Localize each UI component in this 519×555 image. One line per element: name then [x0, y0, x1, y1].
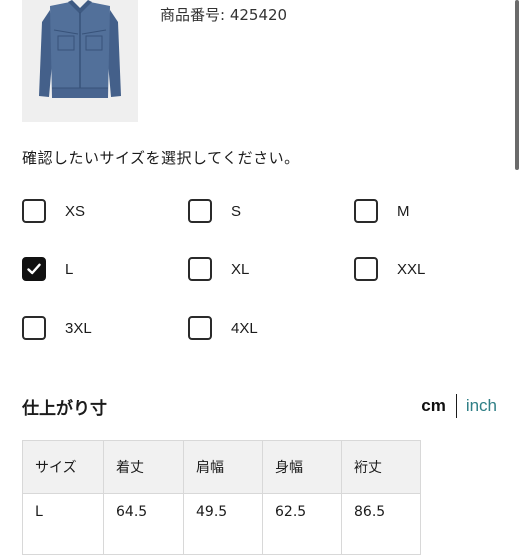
- table-row: L 64.5 49.5 62.5 86.5: [22, 493, 421, 555]
- unit-divider: [455, 394, 457, 418]
- measurements-title: 仕上がり寸: [22, 399, 107, 419]
- size-option[interactable]: M: [354, 199, 410, 223]
- size-option-label: XXL: [397, 260, 426, 278]
- size-option[interactable]: XS: [22, 199, 85, 223]
- table-cell: L: [22, 493, 104, 555]
- column-header: サイズ: [22, 440, 104, 494]
- table-header-row: サイズ 着丈 肩幅 身幅 裄丈: [22, 440, 421, 494]
- size-option[interactable]: S: [188, 199, 241, 223]
- unit-toggle: cm inch: [421, 394, 497, 418]
- column-header: 着丈: [103, 440, 184, 494]
- table-cell: 86.5: [341, 493, 421, 555]
- column-header: 身幅: [262, 440, 342, 494]
- size-option[interactable]: L: [22, 257, 73, 281]
- checkbox[interactable]: [354, 199, 378, 223]
- size-option[interactable]: XXL: [354, 257, 425, 281]
- size-option-label: S: [231, 202, 242, 220]
- table-cell: 64.5: [103, 493, 184, 555]
- size-option-label: 4XL: [231, 319, 258, 337]
- unit-cm-link[interactable]: cm: [421, 396, 446, 416]
- size-option-label: L: [65, 260, 74, 278]
- checkbox[interactable]: [22, 199, 46, 223]
- table-cell: 62.5: [262, 493, 342, 555]
- column-header: 裄丈: [341, 440, 421, 494]
- size-select-prompt: 確認したいサイズを選択してください。: [22, 149, 300, 167]
- product-number: 商品番号: 425420: [160, 6, 288, 24]
- checkbox[interactable]: [354, 257, 378, 281]
- size-option[interactable]: XL: [188, 257, 249, 281]
- product-image: [22, 0, 138, 122]
- measurements-table: サイズ 着丈 肩幅 身幅 裄丈 L 64.5 49.5 62.5 86.5: [22, 440, 421, 555]
- checkmark-icon: [27, 263, 41, 275]
- size-option-label: M: [397, 202, 410, 220]
- checkbox[interactable]: [188, 257, 212, 281]
- size-option-label: 3XL: [65, 319, 92, 337]
- size-option[interactable]: 4XL: [188, 316, 258, 340]
- checkbox[interactable]: [188, 199, 212, 223]
- checkbox[interactable]: [188, 316, 212, 340]
- table-cell: 49.5: [183, 493, 263, 555]
- unit-inch-link[interactable]: inch: [466, 396, 497, 416]
- size-option[interactable]: 3XL: [22, 316, 92, 340]
- checkbox[interactable]: [22, 316, 46, 340]
- scrollbar[interactable]: [515, 0, 519, 170]
- size-option-label: XL: [231, 260, 250, 278]
- size-option-label: XS: [65, 202, 86, 220]
- column-header: 肩幅: [183, 440, 263, 494]
- checkbox-checked[interactable]: [22, 257, 46, 281]
